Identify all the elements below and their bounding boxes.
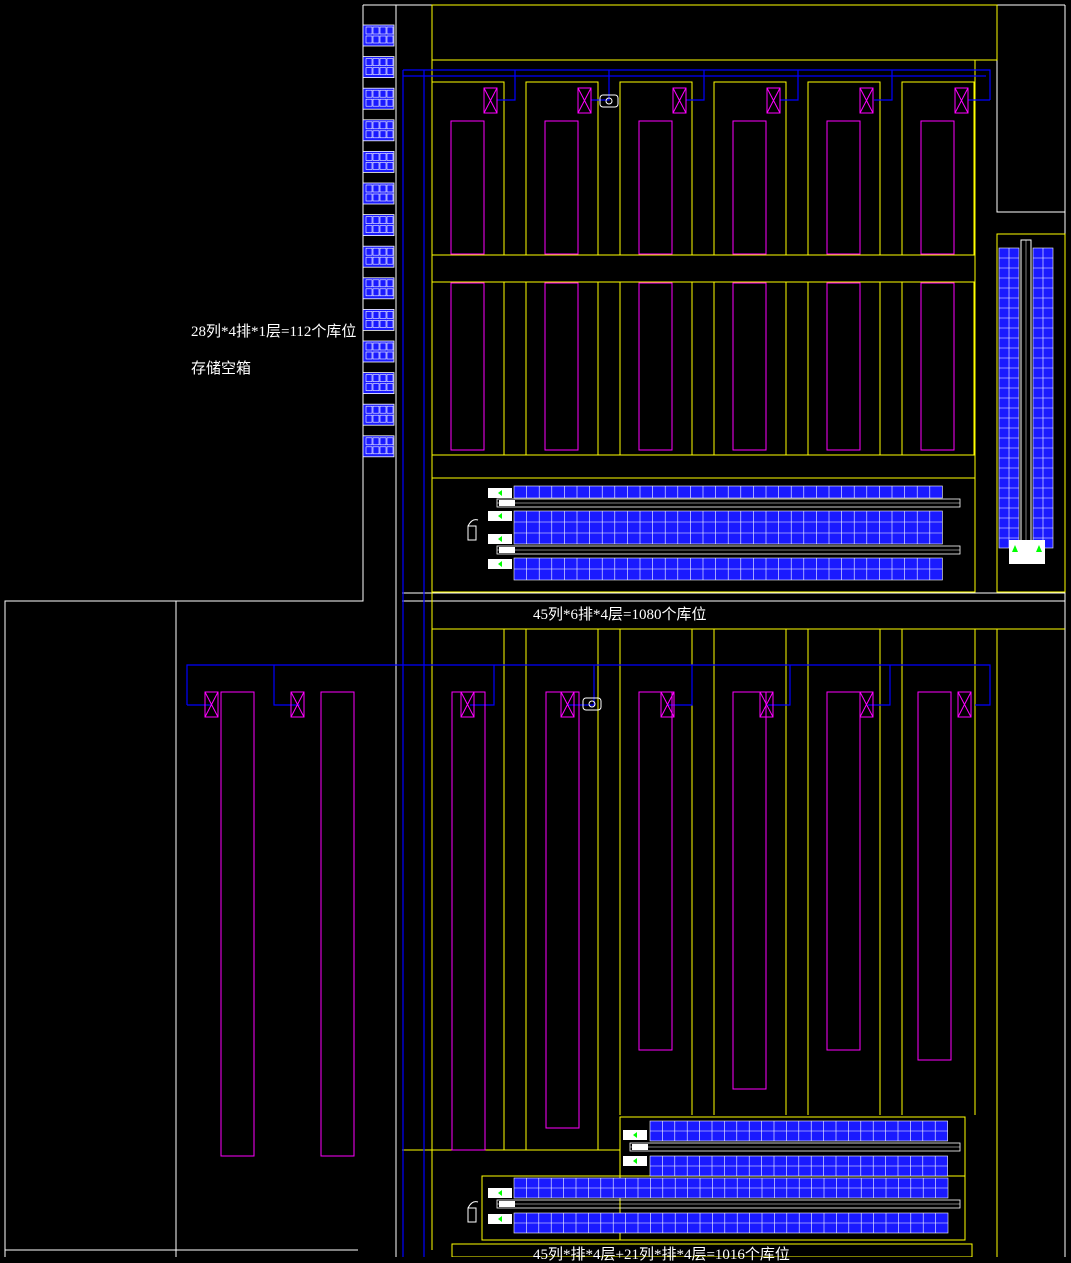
empty-box-slot [362, 214, 395, 237]
intake-arrow-marker [488, 534, 512, 544]
side-rack-block [998, 247, 1020, 549]
intake-arrow-marker [488, 1214, 512, 1224]
warehouse-layout-drawing [0, 0, 1071, 1257]
empty-box-slot [362, 372, 395, 395]
empty-box-slot [362, 56, 395, 78]
bottom-rack-capacity-label: 45列*排*4层+21列*排*4层=1016个库位 [533, 1247, 790, 1263]
rack-block [513, 1177, 949, 1199]
side-rack-block [1032, 247, 1054, 549]
rack-block [513, 557, 943, 581]
empty-box-slot [362, 182, 395, 205]
intake-arrow-marker [623, 1130, 647, 1140]
empty-box-slot [362, 87, 395, 110]
intake-arrow-marker [488, 1188, 512, 1198]
small-rack-capacity-label: 28列*4排*1层=112个库位 [191, 324, 357, 340]
rack-block [513, 485, 943, 499]
empty-box-slot [362, 24, 395, 47]
intake-arrow-marker [488, 488, 512, 498]
main-rack-capacity-label: 45列*6排*4层=1080个库位 [533, 607, 707, 623]
empty-box-slot [362, 435, 395, 458]
rack-block [513, 1212, 949, 1234]
small-rack-purpose-label: 存储空箱 [191, 361, 252, 377]
empty-box-slot [362, 150, 395, 173]
empty-box-slot [362, 403, 395, 426]
empty-box-slot [362, 119, 395, 142]
empty-box-slot [362, 277, 395, 300]
intake-arrow-marker [623, 1156, 647, 1166]
empty-box-slot [362, 340, 395, 363]
rack-block [649, 1155, 948, 1177]
intake-arrow-marker [488, 511, 512, 521]
empty-box-slot [362, 308, 395, 331]
rack-block [649, 1120, 948, 1142]
intake-arrow-marker [488, 559, 512, 569]
rack-block [513, 510, 943, 545]
empty-box-slot [362, 245, 395, 268]
